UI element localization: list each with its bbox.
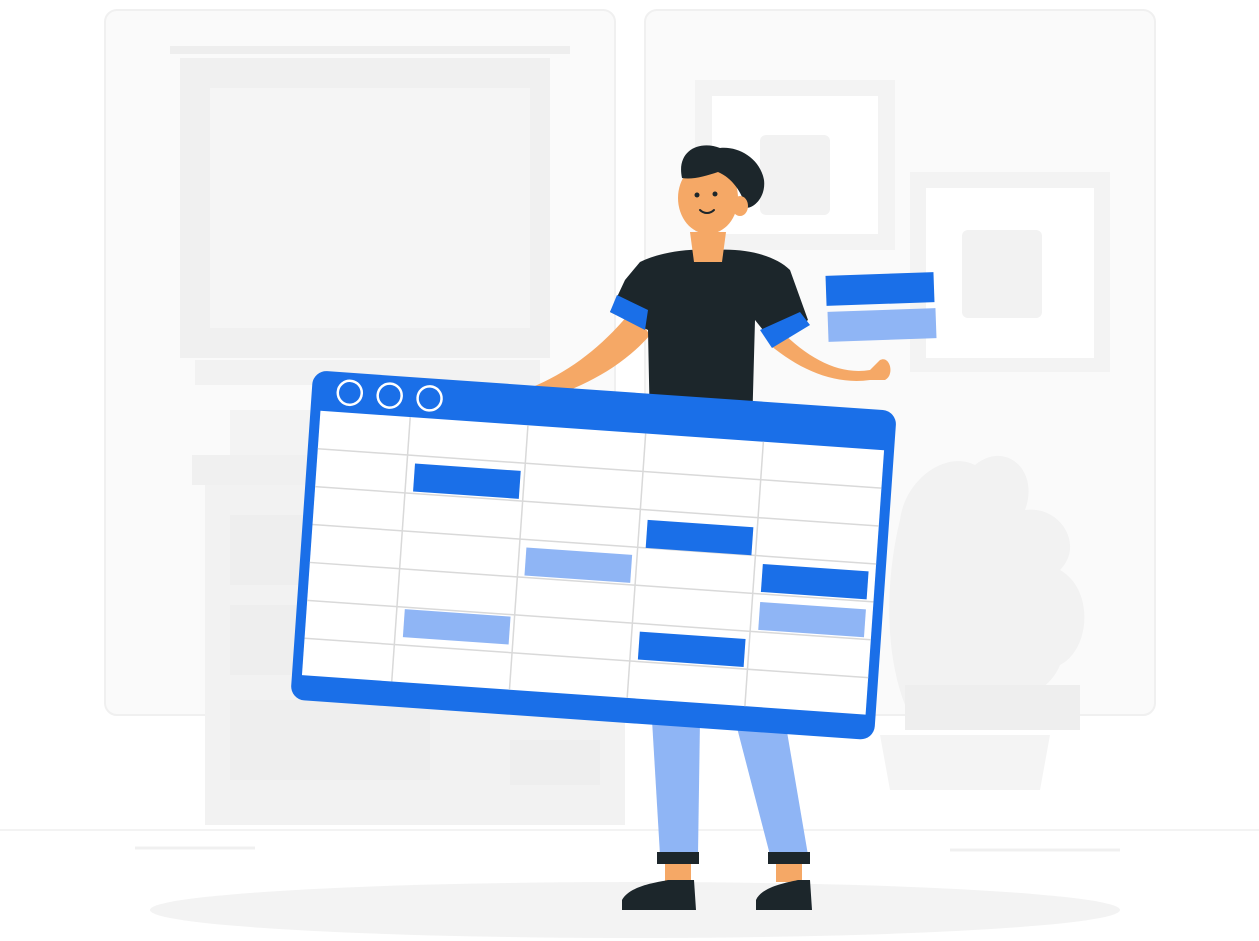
leg-right [735,720,808,855]
window-blind [170,46,570,385]
schedule-window [291,371,896,740]
leg-left [652,720,700,855]
floating-card-light [827,308,937,342]
floor [0,829,1259,938]
floating-card-dark [825,272,935,306]
schedule-illustration [0,9,1259,938]
